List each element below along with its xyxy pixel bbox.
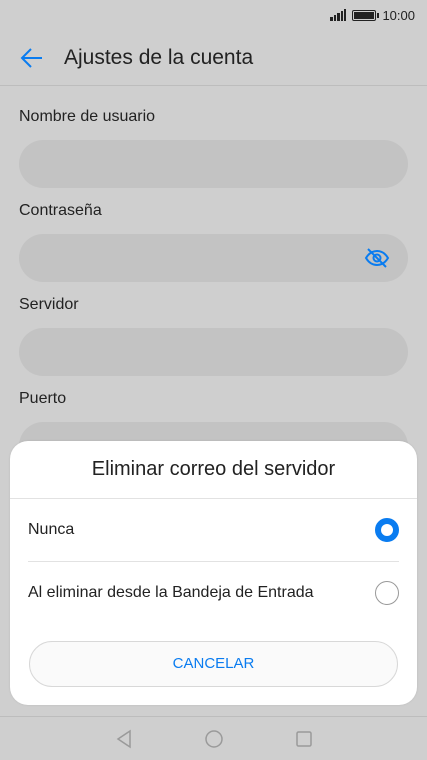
radio-unselected-icon[interactable]	[375, 580, 399, 605]
option-never[interactable]: Nunca	[28, 499, 399, 561]
dialog-title: Eliminar correo del servidor	[10, 441, 417, 499]
option-label: Nunca	[28, 521, 75, 538]
radio-selected-icon[interactable]	[375, 518, 399, 542]
option-label: Al eliminar desde la Bandeja de Entrada	[28, 583, 314, 601]
option-when-deleted-from-inbox[interactable]: Al eliminar desde la Bandeja de Entrada	[28, 561, 399, 623]
delete-mail-dialog: Eliminar correo del servidor Nunca Al el…	[10, 441, 417, 705]
cancel-button[interactable]: CANCELAR	[29, 641, 398, 687]
